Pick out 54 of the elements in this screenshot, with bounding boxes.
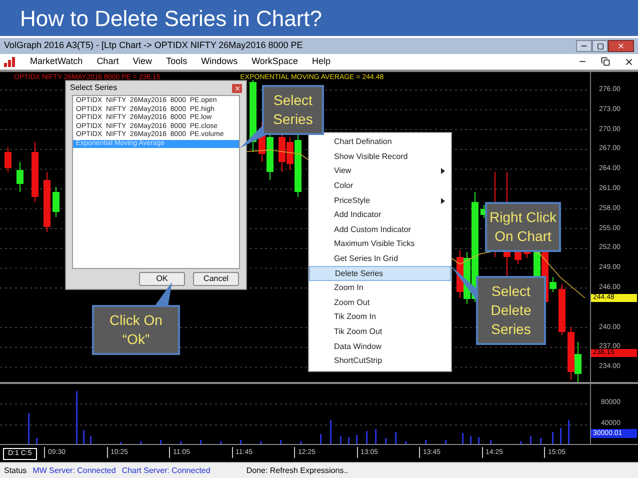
slide-title: How to Delete Series in Chart? xyxy=(0,0,638,38)
menu-item[interactable]: Tools xyxy=(166,54,188,68)
close-icon xyxy=(617,42,625,50)
menu-item[interactable]: MarketWatch xyxy=(30,54,83,68)
callout: Select Series xyxy=(262,85,324,135)
dialog-button[interactable]: OK xyxy=(139,272,185,286)
chart-app-icon xyxy=(4,56,16,66)
callout: Click On “Ok” xyxy=(92,305,180,355)
context-menu-item[interactable]: Tik Zoom In xyxy=(309,310,451,325)
menu-item[interactable]: WorkSpace xyxy=(252,54,298,68)
close-button[interactable] xyxy=(608,40,634,52)
close-button[interactable] xyxy=(232,84,242,92)
maximize-button[interactable] xyxy=(592,40,608,52)
context-menu-item[interactable]: Add Custom Indicator xyxy=(309,222,451,238)
menu-item[interactable]: Windows xyxy=(201,54,238,68)
close-icon[interactable] xyxy=(624,56,634,66)
context-menu-item[interactable]: Color xyxy=(309,178,451,194)
candlestick xyxy=(16,162,24,192)
context-menu-item[interactable]: Get Series In Grid xyxy=(309,252,451,266)
connection-status: Chart Server: Connected xyxy=(122,464,210,476)
context-menu-item[interactable]: Show Visible Record xyxy=(309,150,451,164)
dialog-button[interactable]: Cancel xyxy=(193,272,239,286)
context-menu-item[interactable]: Maximum Visible Ticks xyxy=(309,237,451,252)
candlestick xyxy=(44,172,50,232)
maximize-icon xyxy=(596,42,604,50)
context-menu-item[interactable]: Zoom Out xyxy=(309,296,451,310)
restore-icon[interactable] xyxy=(601,57,610,66)
callout: Select Delete Series xyxy=(476,276,546,345)
close-icon xyxy=(234,84,240,92)
minimize-button[interactable] xyxy=(576,40,592,52)
context-menu-item[interactable]: Add Indicator xyxy=(309,208,451,223)
menu-item[interactable]: Chart xyxy=(96,54,119,68)
callout: Right Click On Chart xyxy=(485,202,561,252)
context-menu-item[interactable]: Tik Zoom Out xyxy=(309,324,451,340)
menu-item[interactable]: View xyxy=(132,54,152,68)
dialog-title: Select Series xyxy=(70,82,118,94)
status-message: Done: Refresh Expressions.. xyxy=(246,464,348,476)
context-menu-item[interactable]: Zoom In xyxy=(309,280,451,296)
submenu-arrow-icon xyxy=(441,198,445,204)
candlestick xyxy=(52,186,60,218)
context-menu-item[interactable]: View xyxy=(309,164,451,179)
window-title: VolGraph 2016 A3(T5) - [Ltp Chart -> OPTIDX NIFTY 26May2016 8000 PE xyxy=(4,39,304,52)
menu-item[interactable]: Help xyxy=(312,54,330,68)
context-menu-item[interactable]: Data Window xyxy=(309,339,451,354)
status-label: Status xyxy=(4,464,27,476)
context-menu-item[interactable]: Chart Defination xyxy=(309,135,451,150)
candlestick xyxy=(558,284,566,336)
context-menu-item[interactable]: PriceStyle xyxy=(309,193,451,208)
candlestick xyxy=(4,146,12,172)
connection-status: MW Server: Connected xyxy=(32,464,116,476)
candlestick xyxy=(32,142,38,202)
context-menu-item[interactable]: ShortCutStrip xyxy=(309,354,451,368)
submenu-arrow-icon xyxy=(441,168,445,174)
context-menu-item[interactable]: Delete Series xyxy=(309,266,451,281)
